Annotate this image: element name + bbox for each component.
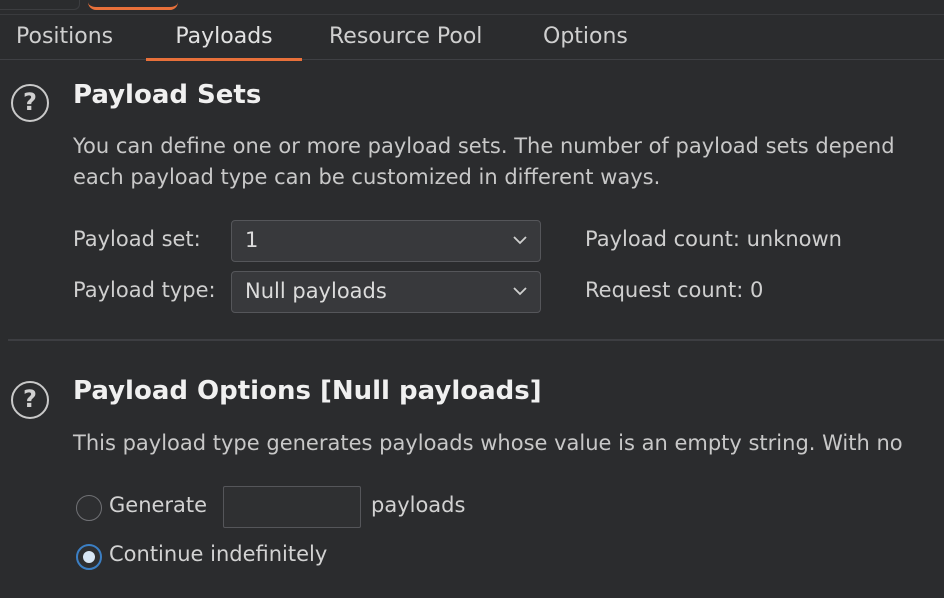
- generate-label[interactable]: Generate: [109, 493, 207, 517]
- upper-tab-stub[interactable]: [0, 0, 80, 10]
- continue-indefinitely-label[interactable]: Continue indefinitely: [109, 542, 327, 566]
- chevron-down-icon: [513, 236, 527, 245]
- payload-type-value: Null payloads: [245, 279, 387, 303]
- continue-indefinitely-radio[interactable]: [76, 544, 102, 570]
- payload-sets-description: You can define one or more payload sets.…: [73, 131, 895, 193]
- payload-sets-title: Payload Sets: [73, 80, 262, 110]
- payload-type-label: Payload type:: [73, 278, 216, 302]
- payload-set-value: 1: [245, 228, 259, 252]
- payload-options-description: This payload type generates payloads who…: [73, 431, 903, 455]
- help-circle-icon[interactable]: ?: [11, 84, 49, 122]
- upper-tab-active-indicator[interactable]: [88, 0, 178, 10]
- generate-count-input[interactable]: [223, 486, 361, 528]
- help-circle-icon[interactable]: ?: [11, 381, 49, 419]
- payload-sets-description-line2: each payload type can be customized in d…: [73, 165, 661, 189]
- tab-positions[interactable]: Positions: [16, 15, 113, 60]
- tab-bar: Positions Payloads Resource Pool Options: [0, 14, 944, 61]
- payload-set-label: Payload set:: [73, 227, 201, 251]
- tab-payloads[interactable]: Payloads: [146, 15, 302, 61]
- tab-options[interactable]: Options: [543, 15, 628, 60]
- payload-set-select[interactable]: 1: [231, 220, 541, 262]
- request-count: Request count: 0: [585, 278, 764, 302]
- payload-sets-description-line1: You can define one or more payload sets.…: [73, 134, 895, 158]
- section-divider: [8, 339, 944, 341]
- payload-options-title: Payload Options [Null payloads]: [73, 376, 542, 406]
- payload-type-select[interactable]: Null payloads: [231, 271, 541, 313]
- tab-resource-pool[interactable]: Resource Pool: [329, 15, 482, 60]
- payload-count: Payload count: unknown: [585, 227, 842, 251]
- chevron-down-icon: [513, 287, 527, 296]
- payloads-suffix-label: payloads: [371, 493, 466, 517]
- top-strip: [0, 0, 944, 14]
- generate-radio[interactable]: [76, 495, 102, 521]
